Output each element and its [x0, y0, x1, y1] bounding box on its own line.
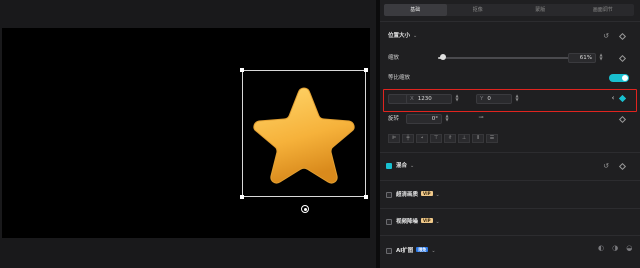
tab-adjust[interactable]: 画面调节 — [572, 4, 635, 16]
rotate-dial-icon[interactable]: ⊸ — [476, 114, 486, 122]
align-top-icon[interactable]: ⊤ — [430, 134, 442, 143]
vip-badge: VIP — [421, 191, 433, 196]
super-resolution-section[interactable]: 超清画质 VIP ⌄ — [396, 191, 440, 199]
logo-icon: ◒ — [626, 244, 633, 252]
align-center-h-icon[interactable]: ╪ — [402, 134, 414, 143]
resize-handle-top-left[interactable] — [240, 68, 244, 72]
distribute-h-icon[interactable]: ⫴ — [472, 134, 484, 143]
divider — [380, 208, 640, 209]
chevron-down-icon: ⌄ — [410, 163, 415, 169]
chevron-down-icon: ⌄ — [435, 219, 440, 225]
scale-keyframe-icon[interactable] — [618, 54, 627, 63]
tab-bar: 基础 抠像 蒙版 画面调节 — [384, 4, 634, 16]
resize-handle-bottom-left[interactable] — [240, 195, 244, 199]
keyframe-icon[interactable] — [618, 32, 627, 41]
super-resolution-checkbox[interactable] — [386, 192, 392, 198]
divider — [380, 180, 640, 181]
section-title: 位置大小 — [388, 33, 411, 39]
watermark-icons: ◐ ◑ ◒ — [598, 244, 632, 252]
distribute-v-icon[interactable]: ☰ — [486, 134, 498, 143]
resize-handle-top-right[interactable] — [364, 68, 368, 72]
align-bottom-icon[interactable]: ⊥ — [458, 134, 470, 143]
selection-box[interactable] — [240, 68, 368, 199]
align-center-v-icon[interactable]: ⫩ — [444, 134, 456, 143]
align-right-icon[interactable]: ⫞ — [416, 134, 428, 143]
video-denoise-checkbox[interactable] — [386, 219, 392, 225]
vip-badge: VIP — [421, 218, 433, 223]
properties-panel: 基础 抠像 蒙版 画面调节 位置大小⌄ ↺ 缩放 61% ▲▼ 等比缩放 位置 … — [380, 0, 640, 268]
chevron-down-icon: ⌄ — [413, 33, 418, 39]
rotation-stepper[interactable]: ▲ ▼ — [444, 114, 450, 124]
scale-stepper[interactable]: ▲ ▼ — [598, 53, 604, 63]
super-resolution-label: 超清画质 — [396, 192, 419, 198]
free-badge: 限免 — [416, 247, 429, 252]
scale-slider[interactable] — [438, 54, 578, 60]
video-denoise-label: 视频降噪 — [396, 219, 419, 225]
logo-icon: ◐ — [598, 244, 605, 252]
ai-expand-section[interactable]: AI扩图 限免 ⌄ — [396, 247, 436, 255]
align-left-icon[interactable]: ⊫ — [388, 134, 400, 143]
ai-expand-checkbox[interactable] — [386, 248, 392, 254]
rotation-label: 旋转 — [388, 116, 400, 122]
blend-label: 混合 — [396, 163, 408, 169]
blend-reset-icon[interactable]: ↺ — [602, 162, 610, 170]
blend-checkbox[interactable] — [386, 163, 392, 169]
rotation-keyframe-icon[interactable] — [618, 115, 627, 124]
video-denoise-section[interactable]: 视频降噪 VIP ⌄ — [396, 218, 440, 226]
divider — [380, 21, 640, 22]
blend-section[interactable]: 混合 ⌄ — [396, 162, 414, 170]
scale-slider-knob[interactable] — [440, 54, 446, 60]
rotation-input[interactable]: 0° — [406, 114, 442, 124]
uniform-scale-label: 等比缩放 — [388, 75, 411, 81]
resize-handle-bottom-right[interactable] — [364, 195, 368, 199]
divider — [380, 235, 640, 236]
uniform-scale-toggle[interactable] — [609, 74, 629, 82]
tab-cutout[interactable]: 抠像 — [447, 4, 510, 16]
rotate-handle[interactable] — [301, 205, 309, 213]
ai-expand-label: AI扩图 — [396, 248, 414, 254]
position-row-highlight — [383, 89, 637, 112]
divider — [380, 152, 640, 153]
chevron-down-icon: ⌄ — [435, 192, 440, 198]
tab-basic[interactable]: 基础 — [384, 4, 447, 16]
scale-label: 缩放 — [388, 55, 400, 61]
tab-mask[interactable]: 蒙版 — [509, 4, 572, 16]
scale-input[interactable]: 61% — [568, 53, 596, 63]
chevron-down-icon: ⌄ — [431, 248, 436, 254]
reset-icon[interactable]: ↺ — [602, 32, 610, 40]
alignment-toolbar: ⊫ ╪ ⫞ ⊤ ⫩ ⊥ ⫴ ☰ — [388, 134, 498, 143]
section-position-size[interactable]: 位置大小 ⌄ — [388, 32, 417, 40]
blend-keyframe-icon[interactable] — [618, 162, 627, 171]
logo-icon: ◑ — [612, 244, 619, 252]
